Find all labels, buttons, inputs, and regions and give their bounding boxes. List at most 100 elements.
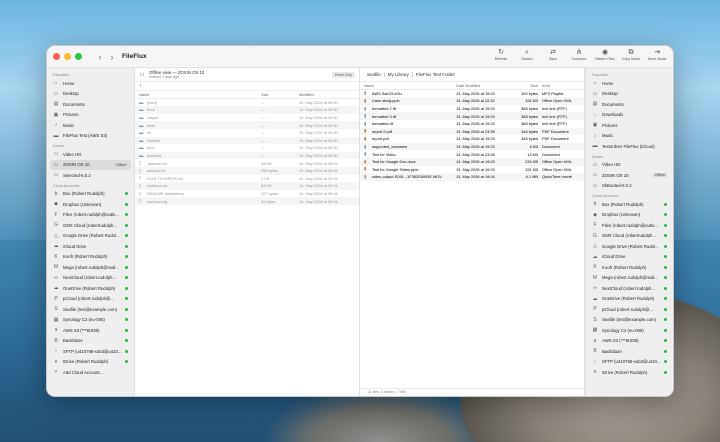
table-row[interactable]: ▯ syslinux.cfg 94 bytes 10. May 2026 at 09:… <box>135 197 359 205</box>
sidebar-item[interactable]: ◆ Dropbox (Unknown) <box>589 210 670 221</box>
column-size[interactable]: Size <box>514 83 542 88</box>
table-row[interactable]: ▮ formatted 2.rtf 13. May 2026 at 19:03 368… <box>360 105 584 113</box>
sidebar-item[interactable]: ⌂ Home <box>50 78 131 89</box>
sidebar-item[interactable]: K Koofr (Robert Rudolph) <box>589 262 670 273</box>
sidebar-item[interactable]: △ Google Drive (Robert Rudol... <box>589 241 670 252</box>
sidebar-item[interactable]: e IDrive (Robert Rudolph) <box>589 367 670 378</box>
sidebar-item[interactable]: ▭ Desktop <box>589 89 670 100</box>
sidebar-item[interactable]: ▤ Documents <box>50 99 131 110</box>
sidebar-item[interactable]: ▭ SkBooted-5.0.2 <box>589 181 670 192</box>
sidebar-item[interactable]: ∞ NextCloud (robert.rudolph... <box>589 283 670 294</box>
sidebar-item[interactable]: ▬ FileFlux Test (AWS S3) <box>50 131 131 142</box>
path-field[interactable]: / <box>135 82 359 91</box>
move-mode-button[interactable]: ⇥ Move Mode <box>645 48 669 61</box>
table-row[interactable]: ▮ video-output-E091...1F382E8093E.MOV 13. … <box>360 173 584 181</box>
table-row[interactable]: ▯ autorun.inf 256 bytes 10. May 2026 at 09:… <box>135 166 359 175</box>
table-row[interactable]: ▬ casper —10. May 2026 at 09:30 <box>135 114 359 122</box>
table-row[interactable]: ▯ md5sum.txt 83 KB 10. May 2026 at 09:34 <box>135 182 359 190</box>
sidebar-item[interactable]: M Mega (robert.rudolph@mail... <box>589 273 670 284</box>
table-row[interactable]: ▬ efi —10. May 2026 at 09:30 <box>135 129 359 137</box>
sidebar-item[interactable]: + Add Cloud Account... <box>50 367 131 378</box>
zoom-window-button[interactable] <box>75 53 82 60</box>
refresh-button[interactable]: ↻ Refresh <box>489 48 513 61</box>
sidebar-item[interactable]: ☁ iCloud Drive <box>50 241 131 252</box>
sidebar-item[interactable]: G GMX Cloud (robertrudolph... <box>50 220 131 231</box>
table-row[interactable]: ▮ formatted.rtf 13. May 2026 at 19:03 368 b… <box>360 120 584 128</box>
sidebar-item[interactable]: ▭ Desktop <box>50 89 131 100</box>
table-row[interactable]: ▯ .autorun.ico 34 KB 10. May 2026 at 09:34 <box>135 159 359 167</box>
table-row[interactable]: ▮ Test for Google Slides.pptx 13. May 2026… <box>360 166 584 174</box>
column-modified[interactable]: Modified <box>299 92 355 97</box>
sidebar-item[interactable]: › SFTP (u410798-sub3@u410... <box>589 357 670 368</box>
sidebar-item[interactable]: PpCloud (robert.rudolph@... <box>50 294 131 305</box>
table-row[interactable]: ▯ README.diskdefines 227 bytes 10. May 2026… <box>135 190 359 198</box>
column-name[interactable]: Name <box>364 83 456 88</box>
table-row[interactable]: ▮ Test for Video 13. May 2026 at 23:28 13 K… <box>360 150 584 158</box>
sidebar-item[interactable]: ▭ Video HD <box>50 149 131 160</box>
sidebar-item[interactable]: e IDrive (Robert Rudolph) <box>50 357 131 368</box>
table-row[interactable]: ▮ formatted 3.rtf 13. May 2026 at 19:03 368… <box>360 112 584 120</box>
sidebar-item[interactable]: ☁ OneDrive (Robert Rudolph) <box>50 283 131 294</box>
close-window-button[interactable] <box>53 53 60 60</box>
compare-button[interactable]: ⋔ Compare <box>567 48 591 61</box>
sidebar-item[interactable]: a AWS S3 (***6UDB) <box>50 325 131 336</box>
table-row[interactable]: ▬ boot —10. May 2026 at 09:30 <box>135 106 359 114</box>
table-row[interactable]: ▬ pool —10. May 2026 at 09:30 <box>135 144 359 152</box>
table-row[interactable]: ▯ HOW TO WRITE(.txt 1 KB 10. May 2026 at 09… <box>135 175 359 183</box>
sidebar-item[interactable]: ∞ NextCloud (robert.rudolph... <box>50 273 131 284</box>
sidebar-item[interactable]: G GMX Cloud (robertrudolph... <box>589 231 670 242</box>
table-row[interactable]: ▬ dists —10. May 2026 at 09:30 <box>135 121 359 129</box>
table-row[interactable]: ▬ preseed —10. May 2026 at 09:30 <box>135 151 359 160</box>
breadcrumb-item[interactable]: My Library <box>385 72 413 77</box>
breadcrumb-item[interactable]: Seafile <box>364 72 385 77</box>
sidebar-item[interactable]: b Box (Robert Rudolph) <box>589 199 670 210</box>
table-row[interactable]: ▮ report.pdf 13. May 2026 at 19:03 346 byte… <box>360 135 584 143</box>
sidebar-item[interactable]: ⌂ Home <box>589 78 670 89</box>
sidebar-item[interactable]: M Mega (robert.rudolph@mail... <box>50 262 131 273</box>
sidebar-item[interactable]: △ Google Drive (Robert Rudol... <box>50 231 131 242</box>
sidebar-item[interactable]: K Koofr (Robert Rudolph) <box>50 252 131 263</box>
column-date-modified[interactable]: Date Modified <box>456 83 514 88</box>
sidebar-item[interactable]: ▭ ZOSIN OS 10 Offline <box>589 170 670 181</box>
table-row[interactable]: ▮ Test for Google Doc.docx 13. May 2026 at… <box>360 157 584 166</box>
sidebar-item[interactable]: ▭ ZOSIN OS 10 Offline <box>50 159 131 170</box>
forward-chevron-icon[interactable]: › <box>106 52 118 62</box>
hidden-files-button[interactable]: ◉ Hidden Files <box>593 48 617 61</box>
table-row[interactable]: ▮ report 2.pdf 13. May 2026 at 23:39 346 by… <box>360 127 584 136</box>
column-name[interactable]: Name <box>139 92 261 97</box>
sidebar-item[interactable]: › SFTP (u410798-sub3@u410... <box>50 346 131 357</box>
minimize-window-button[interactable] <box>64 53 71 60</box>
sidebar-item[interactable]: S Seafile (test@example.com) <box>589 315 670 326</box>
sidebar-item[interactable]: ☁ iCloud Drive <box>589 252 670 263</box>
breadcrumb-item[interactable]: FileFlux Test Folder <box>413 72 458 77</box>
table-row[interactable]: ▬ isolinux —10. May 2026 at 09:30 <box>135 136 359 145</box>
sidebar-item[interactable]: S Seafile (test@example.com) <box>50 304 131 315</box>
table-row[interactable]: ▮ Case study.pptx 13. May 2026 at 22:32 332… <box>360 97 584 105</box>
sidebar-item[interactable]: ▣ Pictures <box>50 110 131 121</box>
sidebar-item[interactable]: B Backblaze <box>589 346 670 357</box>
sidebar-item[interactable]: F Filen (robert.rudolph@outlo... <box>50 210 131 221</box>
sidebar-item[interactable]: ▭ Video HD <box>589 160 670 171</box>
sidebar-item[interactable]: ▦ Synology C2 (eu-005) <box>50 315 131 326</box>
table-row[interactable]: ▮ AWS Sae23.m3u 13. May 2026 at 19:03 100 b… <box>360 90 584 98</box>
column-kind[interactable]: Kind <box>542 83 580 88</box>
sidebar-item[interactable]: ♪ Music <box>50 120 131 131</box>
sidebar-item[interactable]: ♪ Music <box>589 131 670 142</box>
sidebar-item[interactable]: ▬ Testordner FileFlux (iCloud) <box>589 141 670 152</box>
table-row[interactable]: ▮ supported_browsers 13. May 2026 at 19:03… <box>360 142 584 151</box>
sidebar-item[interactable]: PpCloud (robert.rudolph@... <box>589 304 670 315</box>
column-size[interactable]: Size <box>261 92 299 97</box>
copy-mode-button[interactable]: ⧉ Copy Mode <box>619 48 643 61</box>
sidebar-item[interactable]: ▭ Selected-5.0.2 <box>50 170 131 181</box>
sidebar-item[interactable]: ◆ Dropbox (Unknown) <box>50 199 131 210</box>
table-row[interactable]: ▬ [boot] —10. May 2026 at 09:30 <box>135 99 359 107</box>
sidebar-item[interactable]: ↓ Downloads <box>589 110 670 121</box>
sidebar-item[interactable]: a AWS S3 (***6UDB) <box>589 336 670 347</box>
sidebar-item[interactable]: ▣ Pictures <box>589 120 670 131</box>
sidebar-item[interactable]: B Backblaze <box>50 336 131 347</box>
sidebar-item[interactable]: b Box (Robert Rudolph) <box>50 189 131 200</box>
sidebar-item[interactable]: F Filen (robert.rudolph@outlo... <box>589 220 670 231</box>
sidebar-item[interactable]: ☁ OneDrive (Robert Rudolph) <box>589 294 670 305</box>
sync-button[interactable]: ⇄ Sync <box>541 48 565 61</box>
back-chevron-icon[interactable]: ‹ <box>94 52 106 62</box>
